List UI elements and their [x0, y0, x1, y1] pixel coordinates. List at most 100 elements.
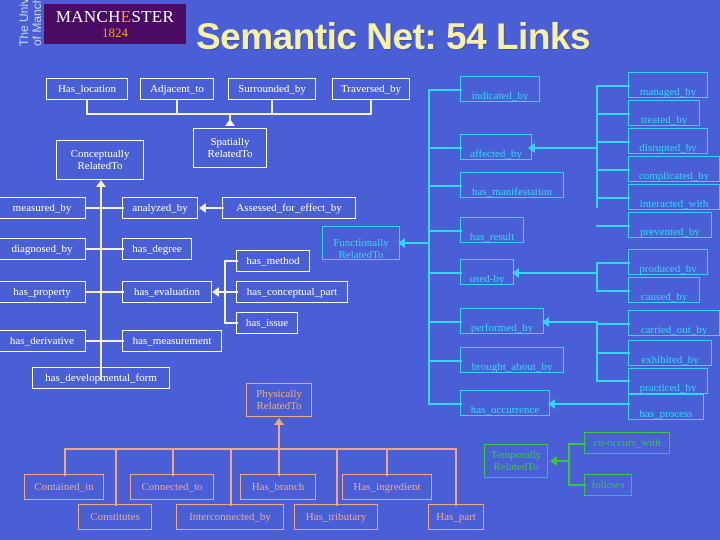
node-label: has_process [639, 408, 693, 420]
node-label: has_occurrence [470, 404, 540, 416]
node-indicated-by[interactable]: indicated_by [460, 76, 540, 102]
connector [596, 323, 630, 325]
node-connected-to[interactable]: Connected_to [130, 474, 214, 500]
node-traversed-by[interactable]: Traversed_by [332, 78, 410, 100]
arrow-icon [528, 143, 535, 153]
node-label: carried_out_by [640, 324, 708, 336]
node-has-issue[interactable]: has_issue [236, 312, 298, 334]
node-exhibited-by[interactable]: exhibited_by [628, 340, 712, 366]
node-caused-by[interactable]: caused_by [628, 277, 700, 303]
node-has-occurrence[interactable]: has_occurrence [460, 390, 550, 416]
node-has-ingredient[interactable]: Has_ingredient [342, 474, 432, 500]
node-has-tributary[interactable]: Has_tributary [294, 504, 378, 530]
node-measured-by[interactable]: measured_by [0, 197, 86, 219]
node-label: indicated_by [471, 90, 529, 102]
node-label: interacted_with [639, 198, 709, 210]
node-treated-by[interactable]: treated_by [628, 100, 700, 126]
node-has-manifestation[interactable]: has_manifestation [460, 172, 564, 198]
connector-spine [100, 186, 102, 380]
node-has-location[interactable]: Has_location [46, 78, 128, 100]
connector [428, 147, 462, 149]
arrow-icon [212, 287, 219, 297]
connector [64, 448, 66, 476]
connector [554, 403, 630, 405]
node-has-method[interactable]: has_method [236, 250, 310, 272]
arrow-icon [398, 238, 405, 248]
node-carried-out-by[interactable]: carried_out_by [628, 310, 720, 336]
node-has-result[interactable]: has_result [460, 217, 524, 243]
node-affected-by[interactable]: affected_by [460, 134, 532, 160]
node-complicated-by[interactable]: complicated_by [628, 156, 720, 182]
node-has-conceptual-part[interactable]: has_conceptual_part [236, 281, 348, 303]
connector [86, 100, 88, 114]
connector [428, 360, 462, 362]
logo-year: 1824 [102, 25, 128, 40]
node-label: has_manifestation [471, 186, 553, 198]
node-label: exhibited_by [641, 354, 699, 366]
connector [224, 322, 238, 324]
node-prevented-by[interactable]: prevented_by [628, 212, 712, 238]
hub-label-line2: RelatedTo [338, 249, 384, 261]
hub-label-line2: RelatedTo [77, 160, 123, 172]
logo-word-after: STER [131, 7, 175, 26]
node-brought-about-by[interactable]: brought_about_by [460, 347, 564, 373]
node-label: has_measurement [132, 335, 212, 347]
connector [206, 207, 224, 209]
node-analyzed-by[interactable]: analyzed_by [122, 197, 198, 219]
node-follows[interactable]: follows [584, 474, 632, 496]
connector [386, 448, 388, 476]
hub-temporally-related-to[interactable]: Temporally RelatedTo [484, 444, 548, 478]
node-has-property[interactable]: has_property [0, 281, 86, 303]
node-label: performed_by [470, 322, 534, 334]
node-constitutes[interactable]: Constitutes [78, 504, 152, 530]
slide-canvas: MANCHESTER 1824 The University of Manche… [0, 0, 720, 540]
connector [224, 291, 238, 293]
node-label: caused_by [640, 291, 688, 303]
connector [336, 448, 338, 506]
node-label: produced_by [639, 263, 697, 275]
node-label: Has_ingredient [353, 481, 421, 493]
connector [402, 242, 430, 244]
connector [596, 197, 630, 199]
node-surrounded-by[interactable]: Surrounded_by [228, 78, 316, 100]
node-managed-by[interactable]: managed_by [628, 72, 708, 98]
connector [370, 100, 372, 114]
node-co-occurs-with[interactable]: co-occurs_with [584, 432, 670, 454]
node-label: prevented_by [640, 226, 700, 238]
node-label: has_conceptual_part [246, 286, 338, 298]
node-has-process[interactable]: has_process [628, 394, 704, 420]
node-has-part[interactable]: Has_part [428, 504, 484, 530]
node-performed-by[interactable]: performed_by [460, 308, 544, 334]
node-assessed-for-effect-by[interactable]: Assessed_for_effect_by [222, 197, 356, 219]
node-produced-by[interactable]: produced_by [628, 249, 708, 275]
node-has-degree[interactable]: has_degree [122, 238, 192, 260]
node-label: Has_location [57, 83, 117, 95]
connector [278, 424, 280, 450]
node-label: Contained_in [34, 481, 94, 493]
arrow-icon [225, 119, 235, 126]
hub-physically-related-to[interactable]: Physically RelatedTo [246, 383, 312, 417]
node-has-evaluation[interactable]: has_evaluation [122, 281, 212, 303]
node-practiced-by[interactable]: practiced_by [628, 368, 708, 394]
node-interacted-with[interactable]: interacted_with [628, 184, 720, 210]
node-interconnected-by[interactable]: Interconnected_by [176, 504, 284, 530]
node-has-branch[interactable]: Has_branch [240, 474, 316, 500]
node-adjacent-to[interactable]: Adjacent_to [140, 78, 214, 100]
node-diagnosed-by[interactable]: diagnosed_by [0, 238, 86, 260]
hub-conceptually-related-to[interactable]: Conceptually RelatedTo [56, 140, 144, 180]
arrow-icon [548, 399, 555, 409]
node-label: has_result [469, 231, 515, 243]
hub-functionally-related-to[interactable]: Functionally RelatedTo [322, 226, 400, 261]
node-disrupted-by[interactable]: disrupted_by [628, 128, 708, 154]
node-used-by[interactable]: used-by [460, 259, 514, 285]
connector [568, 484, 586, 486]
node-contained-in[interactable]: Contained_in [24, 474, 104, 500]
node-label: managed_by [639, 86, 697, 98]
arrow-icon [512, 268, 519, 278]
node-has-measurement[interactable]: has_measurement [122, 330, 222, 352]
node-has-derivative[interactable]: has_derivative [0, 330, 86, 352]
hub-spatially-related-to[interactable]: Spatially RelatedTo [193, 128, 267, 168]
connector [568, 443, 586, 445]
node-label: Adjacent_to [150, 83, 204, 95]
connector [596, 85, 630, 87]
